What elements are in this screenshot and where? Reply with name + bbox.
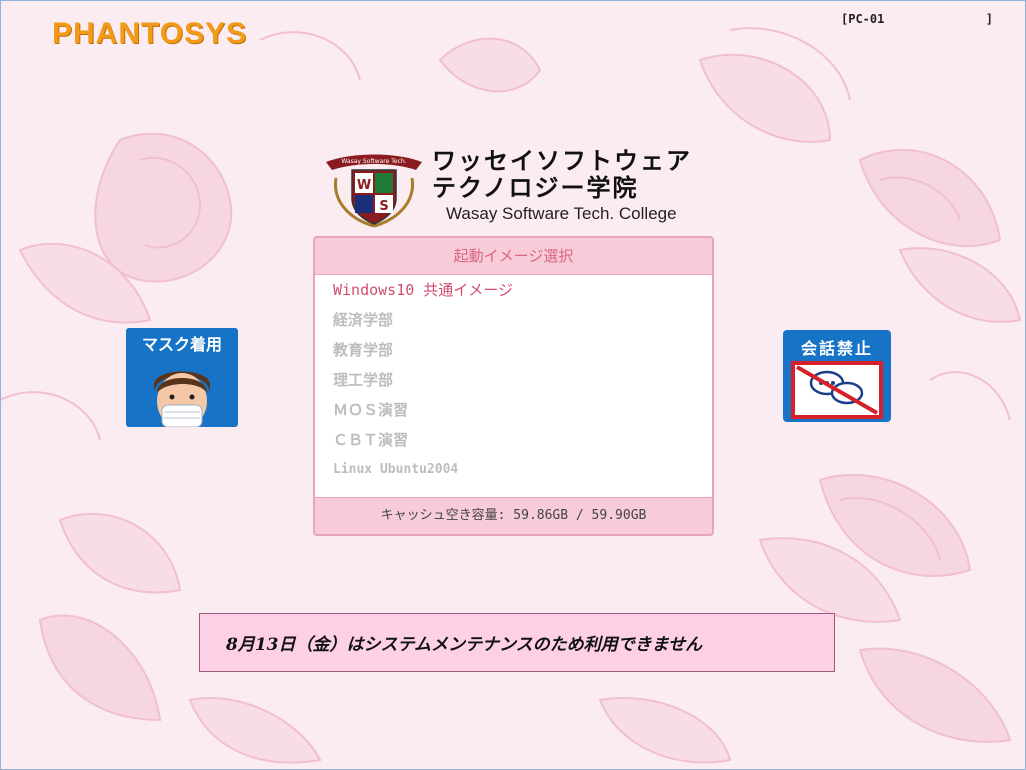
mask-sign-label: マスク着用	[141, 335, 222, 354]
no-conversation-icon	[791, 361, 883, 419]
maintenance-notice: 8月13日（金）はシステムメンテナンスのため利用できません	[199, 613, 835, 672]
school-name-line2: テクノロジー学院	[432, 174, 639, 202]
crest-letter-s: S	[379, 199, 388, 214]
boot-item-linux[interactable]: Linux Ubuntu2004	[315, 455, 712, 485]
no-talking-sign: 会話禁止	[783, 330, 891, 422]
school-name: ワッセイソフトウェア テクノロジー学院 Wasay Software Tech.…	[432, 148, 692, 224]
boot-item-science-engineering[interactable]: 理工学部	[315, 365, 712, 395]
boot-image-list: Windows10 共通イメージ 経済学部 教育学部 理工学部 ＭＯＳ演習 ＣＢ…	[315, 274, 712, 498]
maintenance-notice-text: 8月13日（金）はシステムメンテナンスのため利用できません	[226, 635, 703, 655]
school-crest-icon: Wasay Software Tech. W S	[326, 154, 422, 228]
crest-letter-w: W	[357, 178, 371, 193]
crest-banner-text: Wasay Software Tech.	[341, 158, 406, 165]
boot-item-cbt[interactable]: ＣＢＴ演習	[315, 425, 712, 455]
pc-id-close: ]	[985, 12, 993, 26]
boot-item-education[interactable]: 教育学部	[315, 335, 712, 365]
brand-logo: PHANTOSYS	[52, 17, 248, 50]
no-talking-sign-label: 会話禁止	[800, 339, 873, 358]
pc-id-label: [PC-01 ]	[841, 12, 993, 26]
boot-item-windows10[interactable]: Windows10 共通イメージ	[315, 275, 712, 305]
pc-id-open: [PC-01	[841, 12, 885, 26]
boot-item-mos[interactable]: ＭＯＳ演習	[315, 395, 712, 425]
mask-sign: マスク着用	[126, 328, 238, 427]
panel-title: 起動イメージ選択	[453, 247, 574, 265]
masked-face-icon	[153, 371, 211, 427]
school-name-en: Wasay Software Tech. College	[446, 204, 677, 223]
cache-free-space: キャッシュ空き容量: 59.86GB / 59.90GB	[380, 508, 647, 523]
boot-image-panel: 起動イメージ選択 Windows10 共通イメージ 経済学部 教育学部 理工学部…	[313, 236, 714, 536]
boot-item-economics[interactable]: 経済学部	[315, 305, 712, 335]
school-name-line1: ワッセイソフトウェア	[432, 147, 692, 175]
